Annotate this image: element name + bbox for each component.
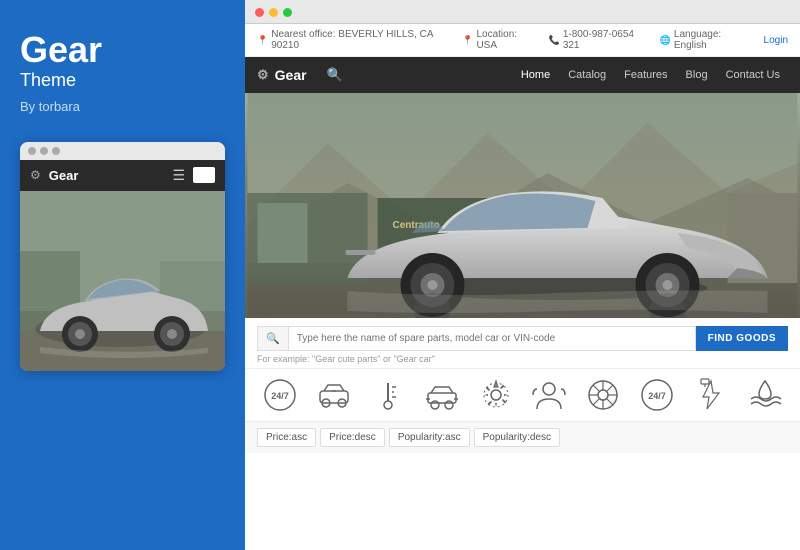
service-icon-carservice [424,377,460,413]
service-icon-247: 24/7 [262,377,298,413]
info-office: 📍 Nearest office: BEVERLY HILLS, CA 9021… [257,29,448,51]
service-icon-temp [370,377,406,413]
browser-close-dot[interactable] [255,8,264,17]
hero-image: Centrauto [245,93,800,318]
temp-icon-svg [370,377,406,413]
theme-author: By torbara [20,99,225,114]
nav-features[interactable]: Features [616,69,675,81]
svg-text:24/7: 24/7 [648,391,666,401]
search-icon-box: 🔍 [257,326,288,351]
office-icon: 📍 [257,35,268,46]
browser-maximize-dot[interactable] [283,8,292,17]
filter-popularity-desc[interactable]: Popularity:desc [474,428,560,447]
info-phone: 📞 1-800-987-0654 321 [549,29,646,51]
right-panel: 📍 Nearest office: BEVERLY HILLS, CA 9021… [245,0,800,550]
nav-blog[interactable]: Blog [678,69,716,81]
filter-popularity-asc[interactable]: Popularity:asc [389,428,470,447]
phone-text: 1-800-987-0654 321 [563,29,646,51]
parts-icon-svg [316,377,352,413]
info-location: 📍 Location: USA [462,29,534,51]
hero-svg: Centrauto [245,93,800,318]
location-text: Location: USA [476,29,534,51]
svg-text:24/7: 24/7 [271,391,289,401]
navbar-gear-icon: ⚙ [257,67,269,83]
filter-row: Price:asc Price:desc Popularity:asc Popu… [245,422,800,453]
filter-price-desc[interactable]: Price:desc [320,428,385,447]
language-icon: 🌐 [660,35,671,46]
search-magnifier-icon: 🔍 [266,332,280,345]
wheel-icon-svg [585,377,621,413]
mobile-brand-title: Gear [49,168,165,183]
navbar-brand: ⚙ Gear [257,67,307,83]
search-input[interactable] [288,326,696,351]
theme-title: Gear [20,30,225,70]
mobile-preview: ⚙ Gear ☰ [20,142,225,371]
filter-price-asc[interactable]: Price:asc [257,428,316,447]
carservice-icon-svg [424,377,460,413]
hero-svg-container: Centrauto [245,93,800,318]
theme-subtitle: Theme [20,70,225,91]
info-bar: 📍 Nearest office: BEVERLY HILLS, CA 9021… [245,24,800,57]
find-goods-button[interactable]: FIND GOODS [696,326,788,351]
search-row: 🔍 FIND GOODS [257,326,788,351]
mobile-dot-3 [52,147,60,155]
nav-contact[interactable]: Contact Us [718,69,788,81]
mobile-hamburger-icon[interactable]: ☰ [172,167,185,184]
login-link[interactable]: Login [764,35,788,46]
mobile-dots [20,142,225,160]
left-panel: Gear Theme By torbara ⚙ Gear ☰ [0,0,245,550]
language-text: Language: English [674,29,750,51]
service-icon-wheel [585,377,621,413]
website-content: 📍 Nearest office: BEVERLY HILLS, CA 9021… [245,24,800,550]
info-language: 🌐 Language: English [660,29,750,51]
water-icon-svg [747,377,783,413]
service-icons-row: 24/7 [245,369,800,422]
247b-icon-svg: 24/7 [639,377,675,413]
electric-icon-svg [693,377,729,413]
search-section: 🔍 FIND GOODS For example: "Gear cute par… [245,318,800,369]
search-example-text: For example: "Gear cute parts" or "Gear … [257,354,788,364]
browser-minimize-dot[interactable] [269,8,278,17]
support-icon-svg [531,377,567,413]
service-icon-settings [478,377,514,413]
mobile-hero-image [20,191,225,371]
navbar-brand-text: Gear [275,67,307,83]
main-navbar: ⚙ Gear 🔍 Home Catalog Features Blog Cont… [245,57,800,93]
office-text: Nearest office: BEVERLY HILLS, CA 90210 [271,29,448,51]
service-icon-water [747,377,783,413]
navbar-links: Home Catalog Features Blog Contact Us [513,69,788,81]
settings-icon-svg [478,377,514,413]
navbar-search-button[interactable]: 🔍 [327,67,343,83]
service-icon-parts [316,377,352,413]
service-icon-support [531,377,567,413]
mobile-dot-1 [28,147,36,155]
mobile-gear-icon: ⚙ [30,168,41,182]
mobile-search-box [193,167,215,183]
247-icon-svg: 24/7 [262,377,298,413]
service-icon-electric [693,377,729,413]
mobile-navbar: ⚙ Gear ☰ [20,160,225,191]
browser-chrome [245,0,800,24]
service-icon-247b: 24/7 [639,377,675,413]
nav-catalog[interactable]: Catalog [560,69,614,81]
mobile-hero-svg [20,191,225,371]
location-icon: 📍 [462,35,473,46]
nav-home[interactable]: Home [513,69,558,81]
phone-icon: 📞 [549,35,560,46]
mobile-dot-2 [40,147,48,155]
